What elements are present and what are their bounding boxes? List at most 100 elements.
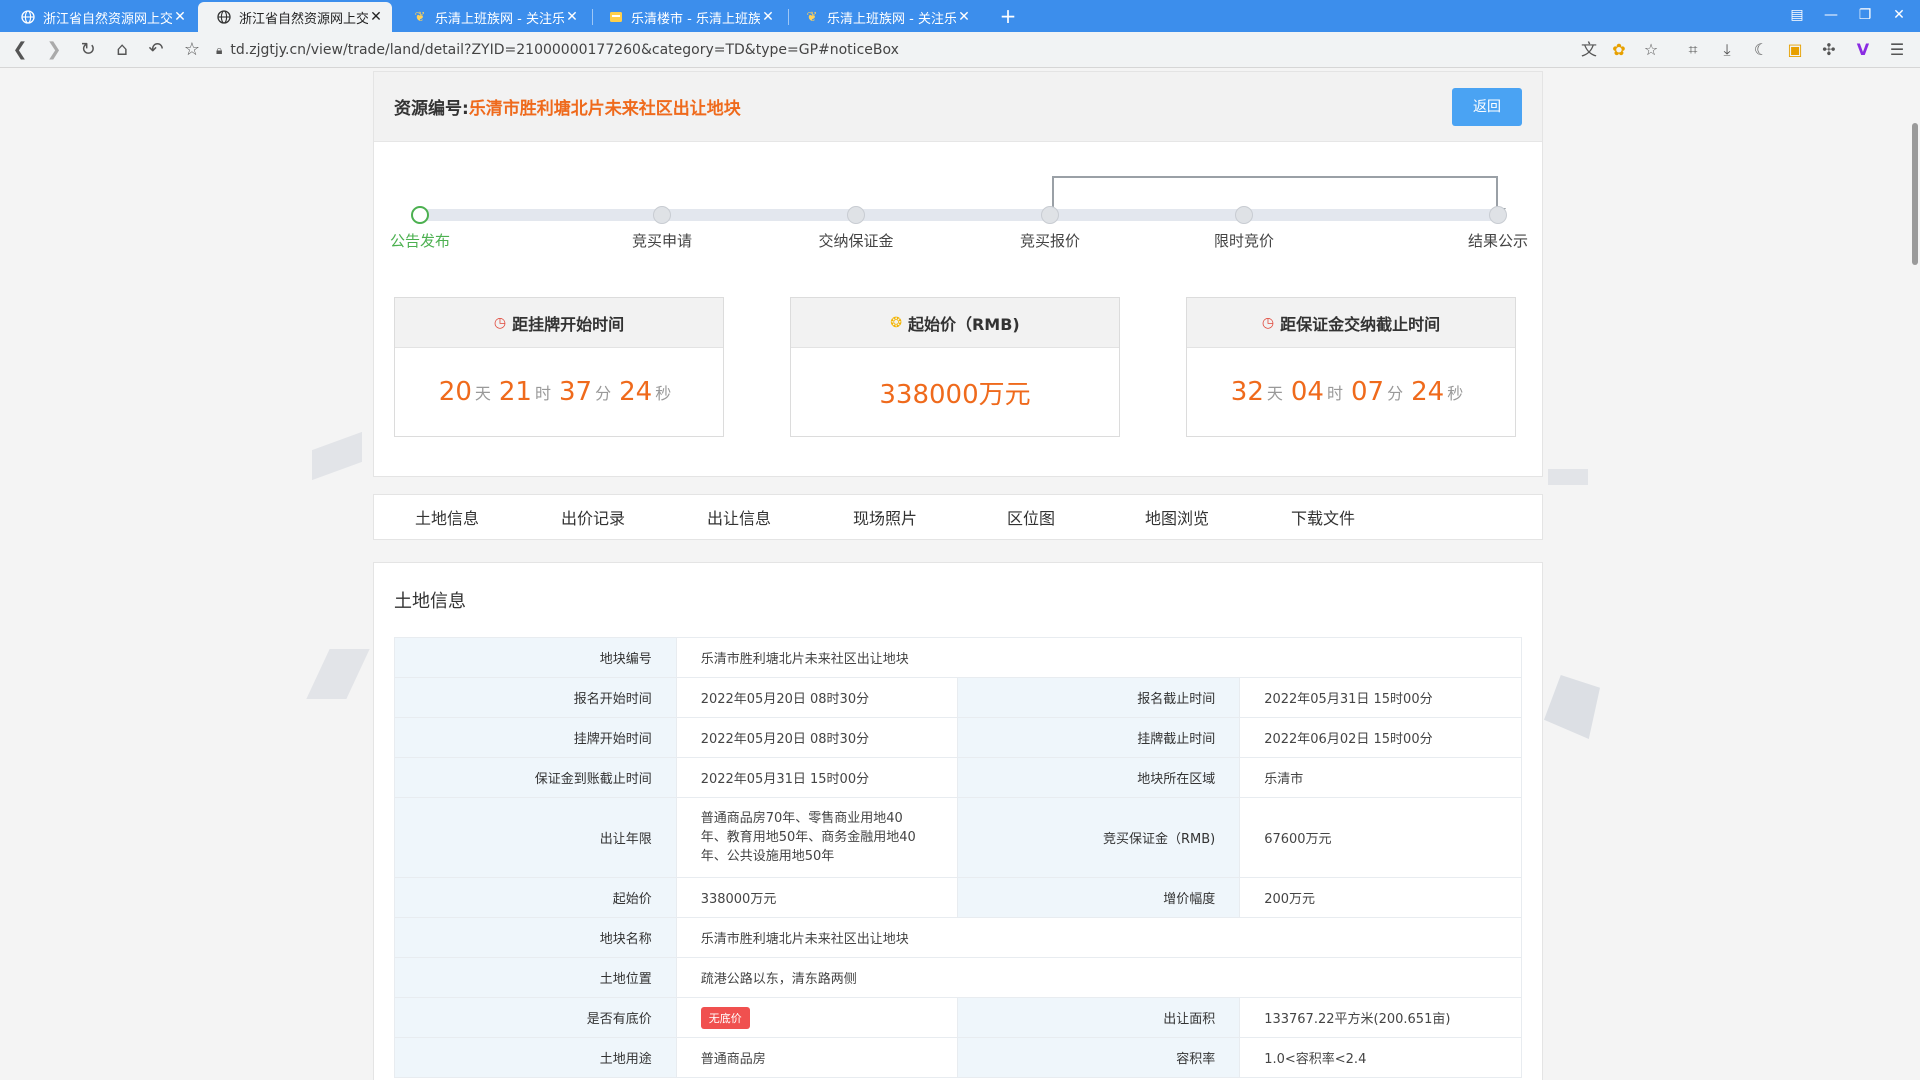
step-dot xyxy=(411,206,429,224)
field-label: 地块编号 xyxy=(394,637,677,678)
close-window-icon[interactable]: ✕ xyxy=(1882,0,1916,32)
seconds-value: 24 xyxy=(619,377,653,407)
field-value: 67600万元 xyxy=(1239,797,1522,878)
field-label: 土地位置 xyxy=(394,957,677,998)
step-label: 竞买报价 xyxy=(1019,232,1080,250)
field-value: 普通商品房 xyxy=(675,1037,959,1078)
back-nav-icon[interactable]: ❮ xyxy=(6,36,34,64)
days-value: 32 xyxy=(1230,377,1264,407)
favorite-star-icon[interactable]: ☆ xyxy=(1638,36,1664,64)
field-value: 1.0<容积率<2.4 xyxy=(1239,1037,1522,1078)
tab-location-map[interactable]: 区位图 xyxy=(958,505,1104,529)
extension-icon[interactable]: ✿ xyxy=(1606,36,1632,64)
land-info-panel: 土地信息 地块编号 乐清市胜利塘北片未来社区出让地块 报名开始时间 2022年0… xyxy=(373,562,1543,1080)
tab-list-icon[interactable]: ▤ xyxy=(1780,0,1814,32)
lock-icon: 🔒︎ xyxy=(216,42,223,57)
globe-icon xyxy=(216,9,232,25)
tab-close-icon[interactable]: ✕ xyxy=(368,9,384,25)
forward-nav-icon[interactable]: ❯ xyxy=(40,36,68,64)
tab-site-photos[interactable]: 现场照片 xyxy=(812,505,958,529)
puzzle-icon[interactable]: ✣ xyxy=(1816,36,1842,64)
scrollbar-thumb[interactable] xyxy=(1912,123,1918,265)
start-price-box: ❂ 起始价（RMB) 338000万元 xyxy=(790,297,1120,437)
url-bar[interactable]: 🔒︎ td.zjgtjy.cn/view/trade/land/detail?Z… xyxy=(216,38,1516,62)
seconds-value: 24 xyxy=(1411,377,1445,407)
undo-icon[interactable]: ↶ xyxy=(142,36,170,64)
field-label: 挂牌开始时间 xyxy=(394,717,677,758)
tab-close-icon[interactable]: ✕ xyxy=(760,9,776,25)
seconds-unit: 秒 xyxy=(655,384,672,403)
field-value-line: 年、公共设施用地50年 xyxy=(700,849,835,864)
tab-map-browse[interactable]: 地图浏览 xyxy=(1104,505,1250,529)
browser-tab-5[interactable]: ❦ 乐清上班族网 - 关注乐 ✕ xyxy=(786,2,980,32)
browser-tab-4[interactable]: 乐清楼市 - 乐清上班族 ✕ xyxy=(590,2,784,32)
clock-icon: ◷ xyxy=(1261,314,1275,331)
field-value: 338000万元 xyxy=(675,877,959,918)
table-row: 起始价 338000万元 增价幅度 200万元 xyxy=(394,877,1522,918)
tab-bid-records[interactable]: 出价记录 xyxy=(520,505,666,529)
vpn-icon[interactable]: V xyxy=(1850,36,1876,64)
tab-close-icon[interactable]: ✕ xyxy=(956,9,972,25)
resource-summary-panel: 资源编号: 乐清市胜利塘北片未来社区出让地块 返回 公告发布 竞买申请 交纳保证… xyxy=(373,71,1543,477)
field-label: 增价幅度 xyxy=(957,877,1241,918)
field-label: 是否有底价 xyxy=(394,997,677,1038)
browser-tab-3[interactable]: ❦ 乐清上班族网 - 关注乐 ✕ xyxy=(394,2,588,32)
minutes-unit: 分 xyxy=(1387,384,1404,403)
field-label: 报名开始时间 xyxy=(394,677,677,718)
field-value: 2022年06月02日 15时00分 xyxy=(1239,717,1522,758)
browser-tab-1[interactable]: 浙江省自然资源网上交易 ✕ xyxy=(2,2,196,32)
step-dot xyxy=(1235,206,1253,224)
step-dot xyxy=(1041,206,1059,224)
step-result: 结果公示 xyxy=(1438,206,1558,251)
start-price-title: 起始价（RMB) xyxy=(907,314,1020,334)
leaf-icon: ❦ xyxy=(806,9,818,25)
restore-icon[interactable]: ❐ xyxy=(1848,0,1882,32)
progress-steps: 公告发布 竞买申请 交纳保证金 竞买报价 限时竞价 结果公示 xyxy=(374,142,1542,262)
clock-icon: ◷ xyxy=(493,314,507,331)
tab-transfer-info[interactable]: 出让信息 xyxy=(666,505,812,529)
browser-tab-2[interactable]: 浙江省自然资源网上交易 ✕ xyxy=(198,2,392,32)
no-reserve-badge: 无底价 xyxy=(700,1006,750,1029)
tab-label: 乐清楼市 - 乐清上班族 xyxy=(631,11,760,27)
home-icon[interactable]: ⌂ xyxy=(108,36,136,64)
table-row: 是否有底价 无底价 出让面积 133767.22平方米(200.651亩) xyxy=(394,997,1522,1038)
field-value-line: 年、教育用地50年、商务金融用地40 xyxy=(700,830,916,845)
field-label: 容积率 xyxy=(957,1037,1241,1078)
notes-icon[interactable]: ▣ xyxy=(1782,36,1808,64)
days-value: 20 xyxy=(438,377,472,407)
translate-icon[interactable]: 文 xyxy=(1576,36,1602,64)
back-button[interactable]: 返回 xyxy=(1452,88,1522,126)
start-price-value: 338000万元 xyxy=(879,379,1031,410)
field-label: 地块所在区域 xyxy=(957,757,1241,798)
table-row: 土地用途 普通商品房 容积率 1.0<容积率<2.4 xyxy=(394,1037,1522,1078)
download-icon[interactable]: ⤓ xyxy=(1714,36,1740,64)
countdown-title: 距保证金交纳截止时间 xyxy=(1280,314,1441,334)
field-value: 2022年05月31日 15时00分 xyxy=(675,757,959,798)
field-value: 疏港公路以东，清东路两侧 xyxy=(675,957,1523,998)
hours-unit: 时 xyxy=(534,384,551,403)
address-toolbar: ❮ ❯ ↻ ⌂ ↶ ☆ 🔒︎ td.zjgtjy.cn/view/trade/l… xyxy=(0,32,1920,68)
menu-icon[interactable]: ☰ xyxy=(1884,36,1910,64)
field-value: 200万元 xyxy=(1239,877,1522,918)
minimize-icon[interactable]: — xyxy=(1814,0,1848,32)
field-label: 竞买保证金（RMB) xyxy=(957,797,1241,878)
resource-header: 资源编号: 乐清市胜利塘北片未来社区出让地块 xyxy=(374,72,1542,142)
tab-close-icon[interactable]: ✕ xyxy=(172,9,188,25)
step-deposit: 交纳保证金 xyxy=(796,206,916,251)
new-tab-button[interactable]: + xyxy=(994,2,1022,30)
night-mode-icon[interactable]: ☾ xyxy=(1748,36,1774,64)
bookmark-star-icon[interactable]: ☆ xyxy=(178,36,206,64)
table-row: 挂牌开始时间 2022年05月20日 08时30分 挂牌截止时间 2022年06… xyxy=(394,717,1522,758)
reload-icon[interactable]: ↻ xyxy=(74,36,102,64)
folder-icon xyxy=(608,9,624,25)
screenshot-icon[interactable]: ⌗ xyxy=(1680,36,1706,64)
tab-close-icon[interactable]: ✕ xyxy=(564,9,580,25)
tab-download-files[interactable]: 下载文件 xyxy=(1250,505,1396,529)
field-value: 普通商品房70年、零售商业用地40 年、教育用地50年、商务金融用地40 年、公… xyxy=(675,797,959,878)
field-label: 报名截止时间 xyxy=(957,677,1241,718)
step-label: 结果公示 xyxy=(1467,232,1528,250)
land-info-title: 土地信息 xyxy=(394,591,466,612)
step-bid: 竞买报价 xyxy=(990,206,1110,251)
tab-land-info[interactable]: 土地信息 xyxy=(374,505,520,529)
minutes-unit: 分 xyxy=(595,384,612,403)
